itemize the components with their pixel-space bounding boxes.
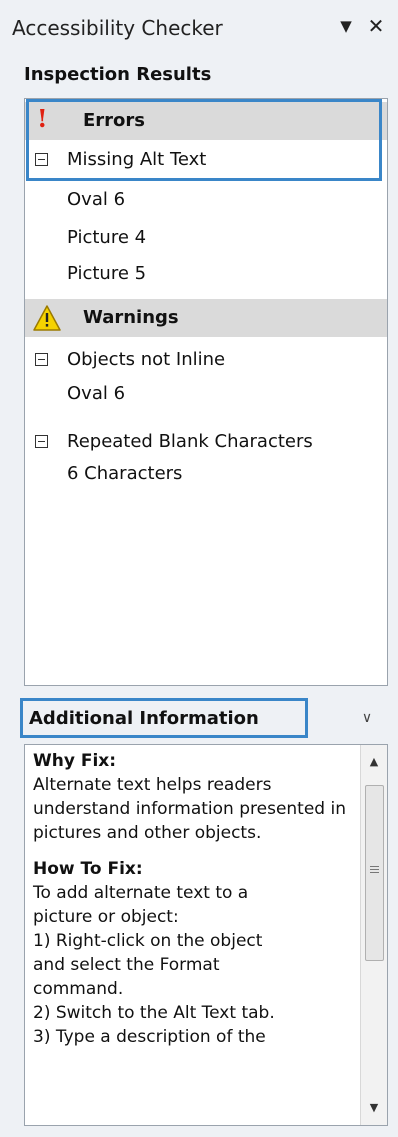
additional-information-text: Why Fix: Alternate text helps readers un… — [33, 749, 349, 1049]
list-item-6-characters[interactable]: 6 Characters — [67, 463, 182, 484]
additional-information-label: Additional Information — [29, 708, 259, 729]
group-label: Missing Alt Text — [67, 149, 207, 170]
list-item-oval-6[interactable]: Oval 6 — [67, 383, 125, 404]
why-fix-text: Alternate text helps readers understand … — [33, 775, 346, 843]
pane-title: Accessibility Checker — [12, 16, 223, 40]
how-to-fix-line: 1) Right-click on the object — [33, 931, 263, 951]
how-to-fix-line: 3) Type a description of the — [33, 1027, 266, 1047]
close-icon[interactable]: ✕ — [364, 14, 388, 38]
inspection-results-list[interactable]: ! Errors Missing Alt Text Oval 6 Picture… — [24, 98, 388, 686]
group-label: Repeated Blank Characters — [67, 431, 313, 452]
additional-information-panel[interactable]: Why Fix: Alternate text helps readers un… — [24, 744, 388, 1126]
errors-category-header[interactable]: ! Errors — [25, 102, 387, 140]
group-missing-alt-text[interactable]: Missing Alt Text — [25, 143, 387, 179]
scroll-down-icon[interactable]: ▼ — [361, 1095, 387, 1121]
grip-icon — [370, 866, 379, 867]
chevron-down-icon[interactable]: ∨ — [355, 706, 379, 730]
group-repeated-blank-characters[interactable]: Repeated Blank Characters — [25, 425, 387, 461]
how-to-fix-line: command. — [33, 979, 124, 999]
how-to-fix-line: picture or object: — [33, 907, 179, 927]
info-scrollbar[interactable]: ▲ ▼ — [360, 745, 387, 1125]
group-objects-not-inline[interactable]: Objects not Inline — [25, 343, 387, 379]
scroll-up-icon[interactable]: ▲ — [361, 749, 387, 775]
accessibility-checker-pane: Accessibility Checker ▼ ✕ Inspection Res… — [0, 0, 398, 1137]
inspection-results-label: Inspection Results — [24, 64, 212, 85]
how-to-fix-line: and select the Format — [33, 955, 220, 975]
group-label: Objects not Inline — [67, 349, 226, 370]
how-to-fix-line: 2) Switch to the Alt Text tab. — [33, 1003, 275, 1023]
why-fix-heading: Why Fix: — [33, 751, 117, 771]
additional-information-header[interactable]: Additional Information — [20, 698, 308, 738]
list-item-picture-5[interactable]: Picture 5 — [67, 263, 146, 284]
how-to-fix-line: To add alternate text to a — [33, 883, 249, 903]
collapse-icon[interactable] — [35, 353, 48, 366]
task-pane-options-icon[interactable]: ▼ — [334, 14, 358, 38]
collapse-icon[interactable] — [35, 153, 48, 166]
pane-title-bar: Accessibility Checker ▼ ✕ — [0, 0, 398, 58]
warnings-label: Warnings — [83, 307, 179, 328]
warnings-category-header[interactable]: Warnings — [25, 299, 387, 337]
exclamation-icon: ! — [37, 104, 48, 133]
how-to-fix-heading: How To Fix: — [33, 859, 143, 879]
list-item-oval-6[interactable]: Oval 6 — [67, 189, 125, 210]
warning-triangle-icon — [33, 305, 61, 335]
errors-label: Errors — [83, 110, 146, 131]
scroll-thumb[interactable] — [365, 785, 384, 961]
list-item-picture-4[interactable]: Picture 4 — [67, 227, 146, 248]
how-to-fix-steps: To add alternate text to a picture or ob… — [33, 881, 349, 1049]
collapse-icon[interactable] — [35, 435, 48, 448]
